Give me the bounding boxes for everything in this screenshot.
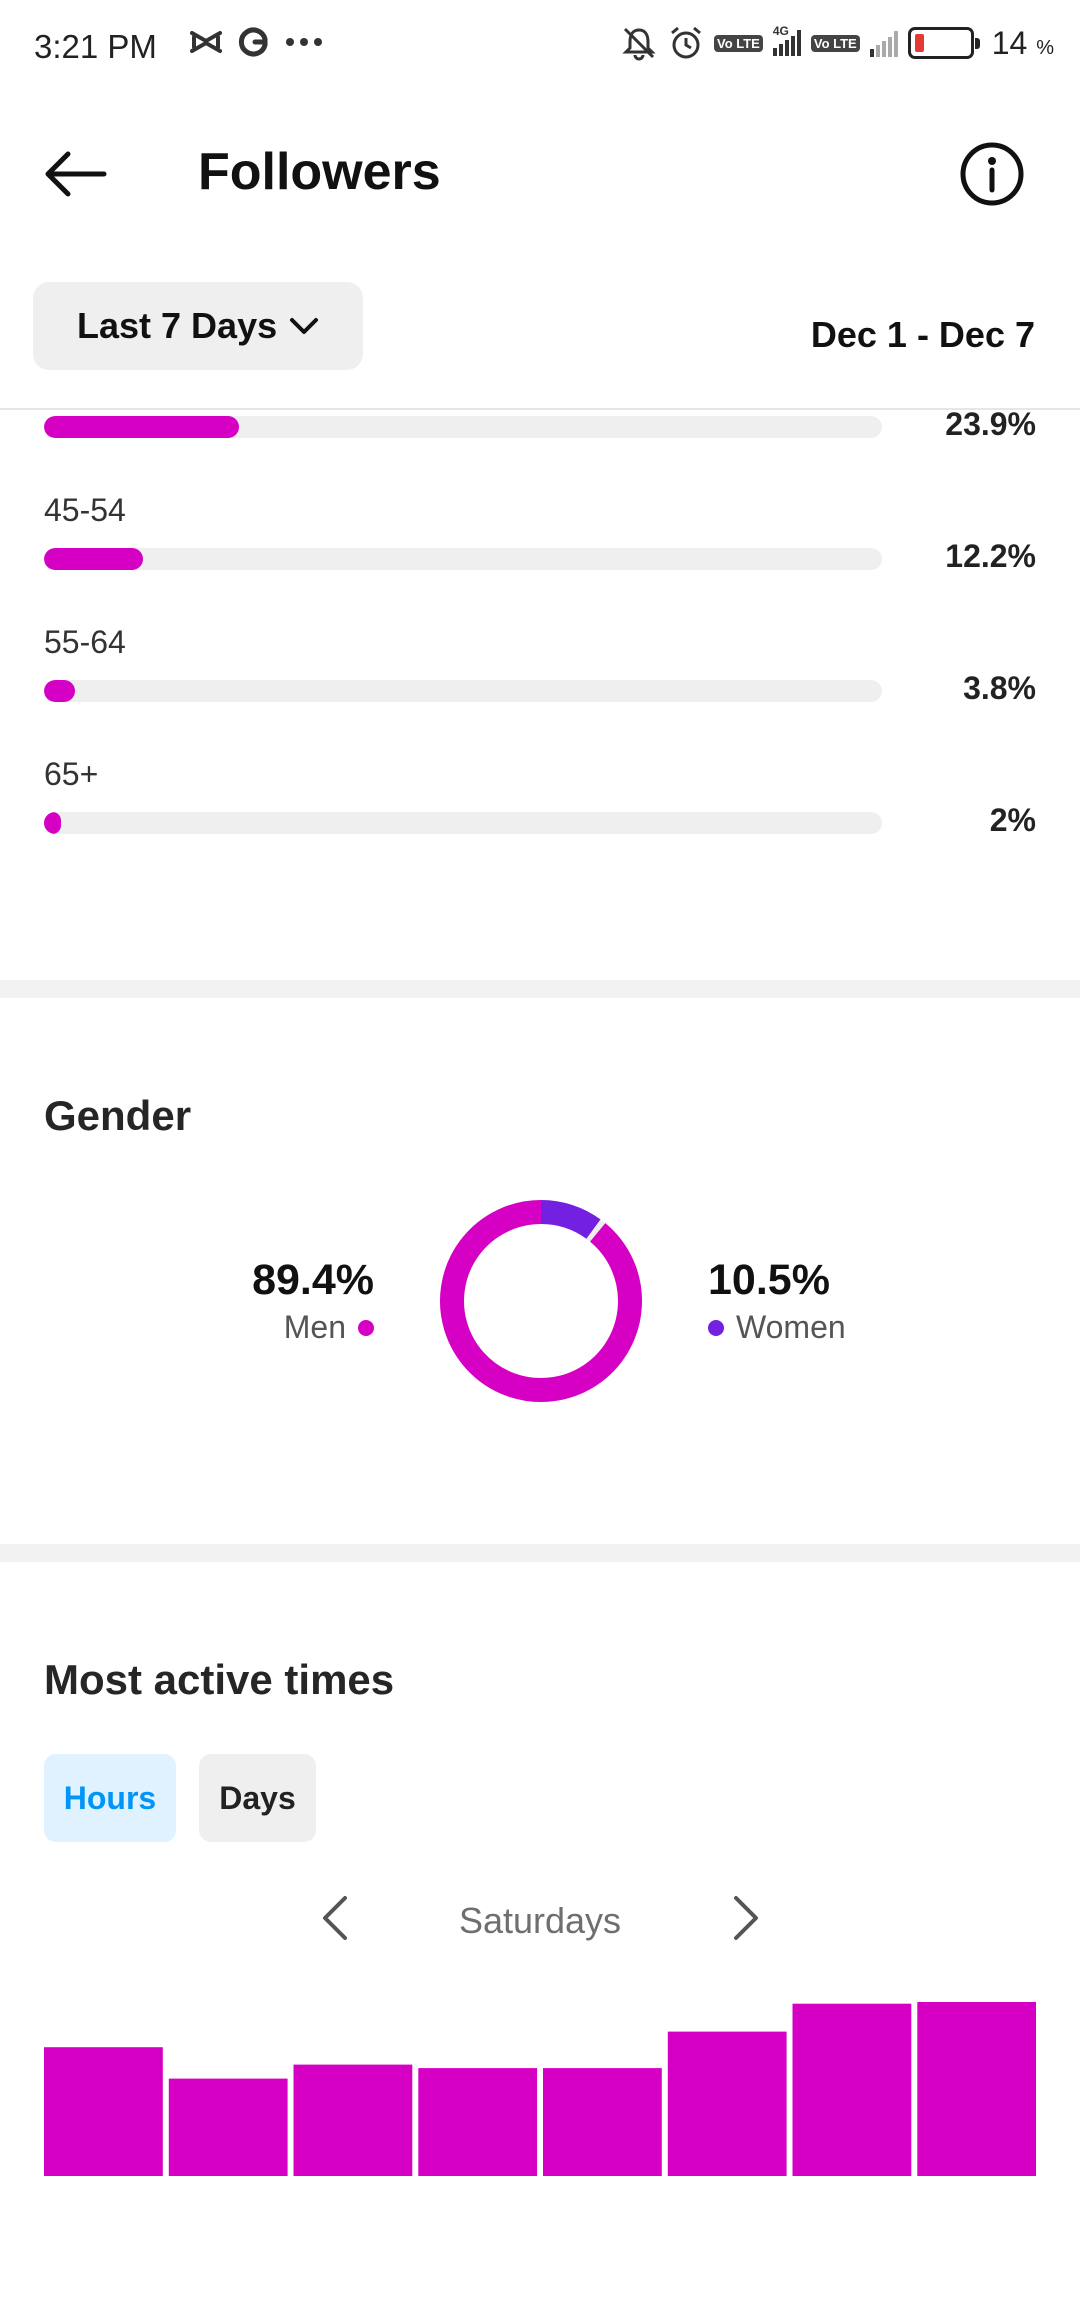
gender-men-value: 89.4% — [252, 1256, 374, 1304]
hour-bar[interactable] — [293, 2064, 413, 2176]
age-range-track — [44, 812, 882, 834]
men-legend-dot — [358, 1319, 374, 1336]
info-button[interactable] — [958, 140, 1026, 208]
donut-segment-men — [440, 1200, 642, 1402]
volte-icon: Vo LTE — [714, 34, 763, 52]
divider — [0, 408, 1080, 410]
section-divider — [0, 1544, 1080, 1562]
battery-icon — [907, 27, 980, 59]
hour-bar[interactable] — [168, 2078, 288, 2176]
age-range-row: 23.9% — [44, 406, 1036, 472]
age-range-track — [44, 680, 882, 702]
status-bar: 3:21 PM Vo LTE 4G Vo LTE 14 % — [0, 0, 1080, 96]
hour-bar[interactable] — [667, 2031, 787, 2176]
alarm-icon — [671, 26, 701, 59]
chevron-left-icon — [323, 1896, 347, 1940]
status-right-icons: Vo LTE 4G Vo LTE 14 % — [620, 24, 1054, 62]
mute-icon — [622, 27, 656, 61]
google-icon — [238, 27, 268, 57]
gender-donut-chart — [440, 1200, 642, 1402]
arrow-left-icon — [45, 151, 107, 197]
gender-men-stat: 89.4% Men — [214, 1256, 374, 1346]
chevron-down-icon — [290, 318, 319, 334]
age-range-row: 65+ 2% — [44, 756, 1036, 838]
page-title: Followers — [198, 143, 441, 201]
hour-bar[interactable] — [44, 2047, 163, 2176]
age-range-label: 65+ — [44, 756, 99, 792]
previous-day-button[interactable] — [315, 1890, 355, 1946]
hour-bar[interactable] — [543, 2068, 662, 2176]
age-range-percent: 3.8% — [963, 670, 1036, 706]
signal-4g-icon: 4G — [772, 24, 801, 56]
gender-women-label-row: Women — [708, 1309, 968, 1346]
active-times-title: Most active times — [44, 1656, 395, 1703]
chevron-right-icon — [734, 1896, 758, 1940]
gender-women-stat: 10.5% Women — [708, 1256, 968, 1346]
age-range-label: 45-54 — [44, 492, 126, 528]
battery-percent: 14 % — [991, 24, 1054, 61]
next-day-button[interactable] — [726, 1890, 766, 1946]
age-range-percent: 23.9% — [945, 406, 1036, 442]
donut-segment-women — [540, 1200, 601, 1240]
more-icon — [286, 38, 322, 46]
active-hours-bar-chart — [44, 2002, 1036, 2176]
age-range-track — [44, 548, 882, 570]
network-label: 4G — [772, 24, 789, 38]
capcut-icon — [190, 31, 222, 53]
date-range-dropdown[interactable]: Last 7 Days — [33, 282, 363, 370]
age-range-fill — [44, 680, 75, 702]
info-icon — [960, 142, 1024, 206]
age-range-row: 55-64 3.8% — [44, 624, 1036, 706]
gender-women-label: Women — [736, 1309, 846, 1345]
women-legend-dot — [708, 1319, 724, 1336]
age-range-percent: 2% — [989, 802, 1036, 838]
tab-hours[interactable]: Hours — [44, 1754, 176, 1842]
hour-bar[interactable] — [917, 2002, 1036, 2176]
age-range-track — [44, 416, 882, 438]
tab-days[interactable]: Days — [199, 1754, 316, 1842]
age-range-fill — [44, 548, 144, 570]
back-button[interactable] — [40, 138, 112, 210]
signal-icon — [869, 29, 898, 57]
gender-men-label-row: Men — [214, 1309, 374, 1346]
volte-icon: Vo LTE — [810, 34, 860, 52]
gender-men-label: Men — [283, 1309, 346, 1345]
age-range-fill — [44, 416, 239, 438]
hour-bar[interactable] — [418, 2068, 538, 2176]
age-range-fill — [44, 812, 61, 834]
header: Followers — [0, 120, 1080, 230]
day-label: Saturdays — [458, 1900, 622, 1941]
status-time: 3:21 PM — [34, 28, 157, 65]
gender-title: Gender — [44, 1092, 192, 1139]
hour-bar[interactable] — [792, 2003, 912, 2176]
date-range-text: Dec 1 - Dec 7 — [810, 314, 1035, 355]
section-divider — [0, 980, 1080, 998]
age-range-label: 55-64 — [44, 624, 126, 660]
status-left-icons — [188, 26, 324, 58]
date-range-dropdown-label: Last 7 Days — [77, 305, 278, 346]
gender-women-value: 10.5% — [708, 1256, 830, 1304]
age-range-row: 45-54 12.2% — [44, 492, 1036, 574]
age-range-percent: 12.2% — [945, 538, 1036, 574]
